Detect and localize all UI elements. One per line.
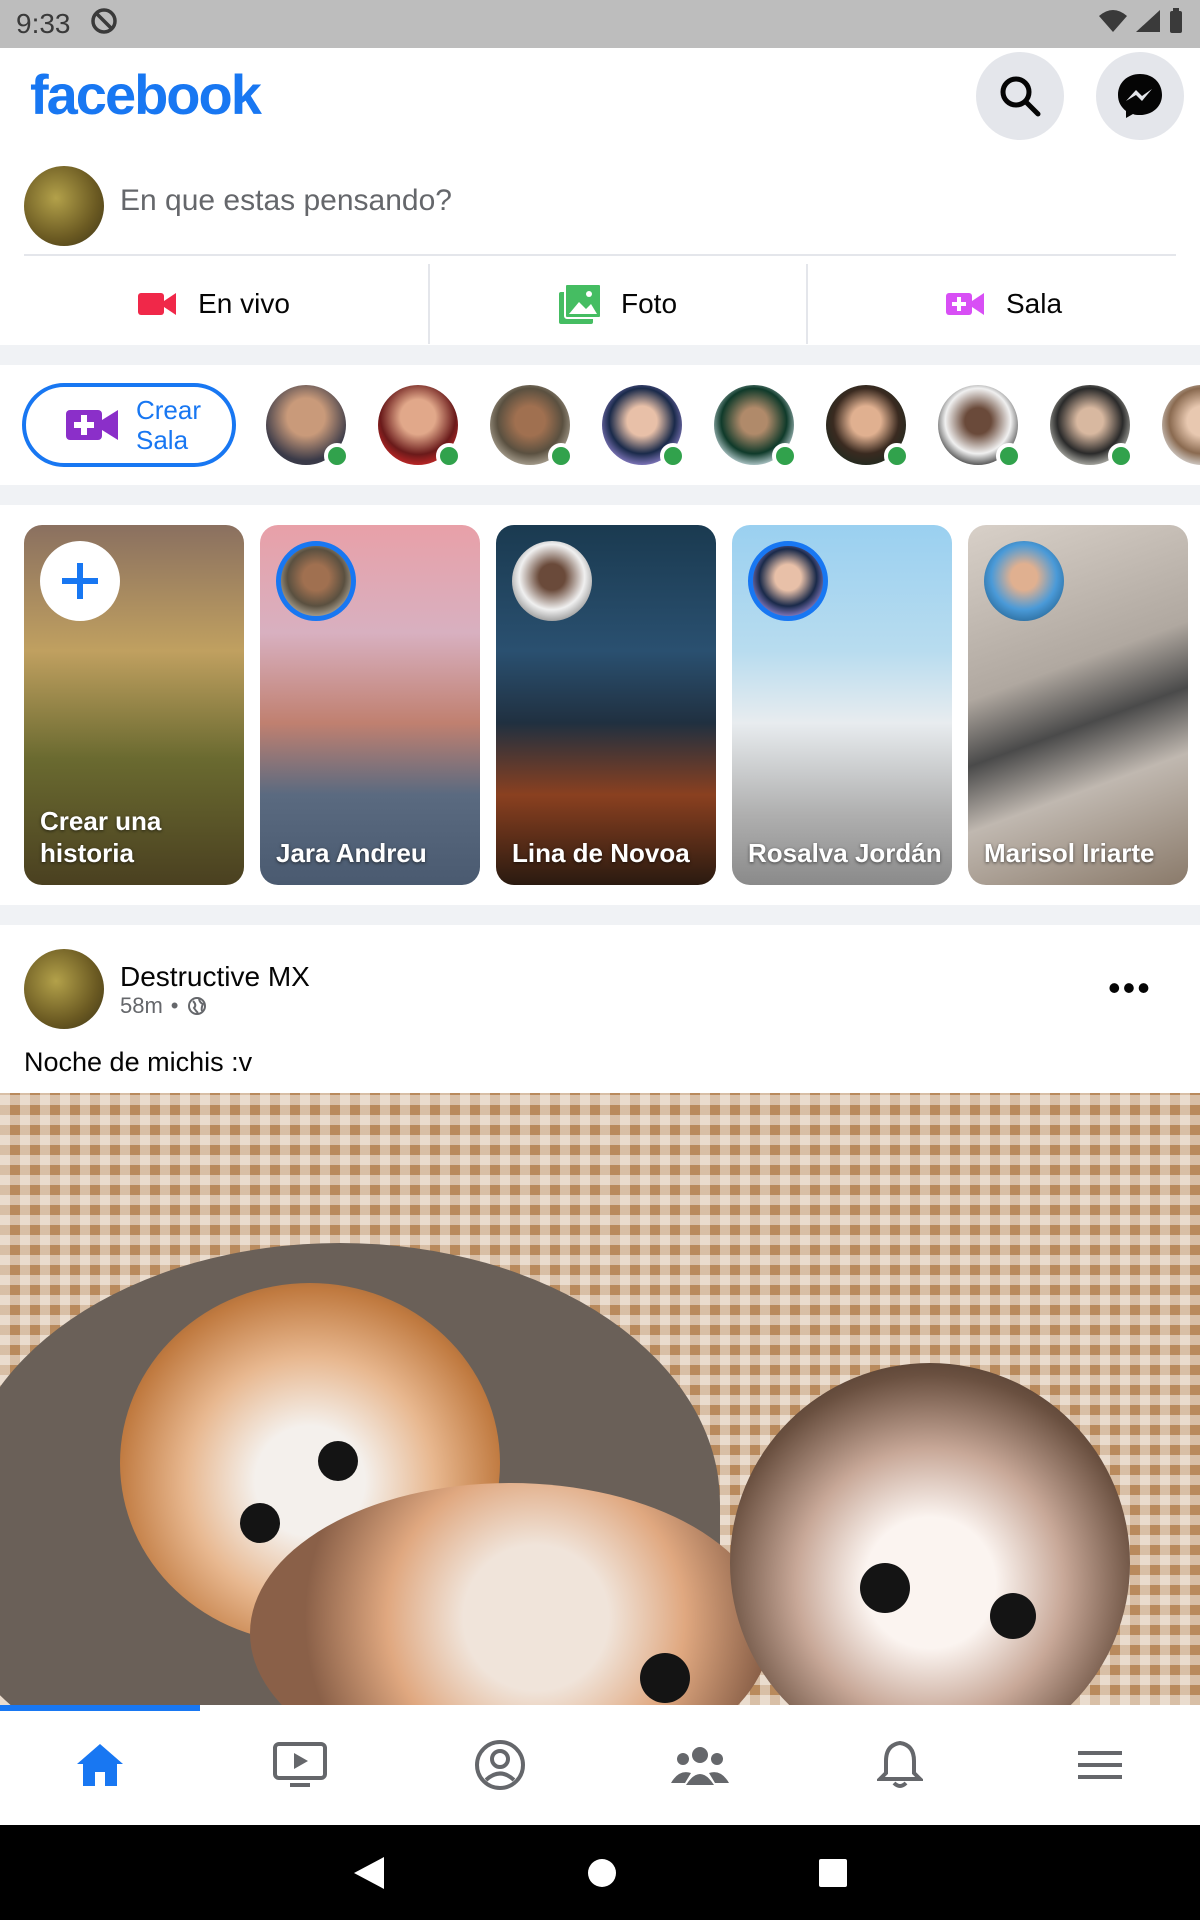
photo-icon bbox=[558, 284, 601, 324]
room-contact-avatar[interactable] bbox=[1162, 385, 1200, 465]
user-avatar[interactable] bbox=[24, 166, 104, 246]
post-composer: En que estas pensando? En vivo Foto Sala bbox=[0, 160, 1200, 345]
post-photo[interactable] bbox=[0, 1093, 1200, 1705]
online-indicator bbox=[1108, 443, 1134, 469]
room-label: Sala bbox=[1005, 288, 1063, 319]
status-icons bbox=[1098, 7, 1184, 42]
live-label: En vivo bbox=[198, 288, 290, 319]
dot-separator: • bbox=[170, 993, 179, 1018]
composer-divider bbox=[24, 254, 1176, 256]
story-name: Jara Andreu bbox=[276, 838, 427, 868]
story-avatar bbox=[748, 541, 828, 621]
story-avatar bbox=[276, 541, 356, 621]
status-time: 9:33 bbox=[16, 8, 71, 39]
home-circle-icon[interactable] bbox=[586, 1857, 618, 1889]
room-contact-avatar[interactable] bbox=[378, 385, 462, 469]
nav-watch[interactable] bbox=[200, 1705, 400, 1825]
search-button[interactable] bbox=[976, 52, 1064, 140]
photo-label: Foto bbox=[620, 288, 678, 319]
battery-icon bbox=[1168, 7, 1184, 42]
room-icon bbox=[945, 293, 984, 315]
online-indicator bbox=[660, 443, 686, 469]
live-button[interactable]: En vivo bbox=[0, 264, 428, 344]
online-indicator bbox=[996, 443, 1022, 469]
kitten-eye bbox=[860, 1563, 910, 1613]
nav-menu[interactable] bbox=[1000, 1705, 1200, 1825]
recents-icon[interactable] bbox=[818, 1858, 848, 1888]
feed-post: Destructive MX 58m • ••• Noche de michis… bbox=[0, 925, 1200, 1705]
nav-home[interactable] bbox=[0, 1705, 200, 1825]
kitten-eye bbox=[318, 1441, 358, 1481]
room-contact-avatar[interactable] bbox=[1050, 385, 1134, 469]
story-card[interactable]: Lina de Novoa bbox=[496, 525, 716, 885]
add-story-button[interactable] bbox=[40, 541, 120, 621]
search-icon bbox=[1000, 76, 1041, 117]
story-name: Marisol Iriarte bbox=[984, 838, 1155, 868]
story-card-create[interactable]: Crear una historia bbox=[24, 525, 244, 885]
kitten-eye bbox=[990, 1593, 1036, 1639]
kitten-image bbox=[730, 1363, 1130, 1705]
online-indicator bbox=[884, 443, 910, 469]
online-indicator bbox=[324, 443, 350, 469]
do-not-disturb-icon bbox=[89, 6, 119, 43]
nav-groups[interactable] bbox=[600, 1705, 800, 1825]
more-options-icon[interactable]: ••• bbox=[1108, 967, 1152, 1009]
post-meta: 58m • bbox=[120, 993, 207, 1019]
room-contact-avatar[interactable] bbox=[490, 385, 574, 469]
story-name: Crear una historia bbox=[40, 806, 162, 868]
facebook-logo[interactable]: facebook bbox=[30, 62, 262, 127]
messenger-button[interactable] bbox=[1096, 52, 1184, 140]
composer-actions: En vivo Foto Sala bbox=[0, 264, 1200, 344]
bottom-navigation bbox=[0, 1705, 1200, 1825]
room-contact-avatar[interactable] bbox=[602, 385, 686, 469]
story-card[interactable]: Rosalva Jordán bbox=[732, 525, 952, 885]
online-indicator bbox=[772, 443, 798, 469]
post-text: Noche de michis :v bbox=[24, 1047, 253, 1077]
story-avatar bbox=[512, 541, 592, 621]
profile-icon bbox=[475, 1740, 525, 1790]
post-author-avatar[interactable] bbox=[24, 949, 104, 1029]
status-bar: 9:33 bbox=[0, 0, 1200, 48]
wifi-icon bbox=[1098, 8, 1128, 41]
online-indicator bbox=[436, 443, 462, 469]
system-navigation-bar bbox=[0, 1825, 1200, 1920]
messenger-icon bbox=[1118, 74, 1162, 118]
back-icon[interactable] bbox=[352, 1855, 386, 1891]
room-contact-avatar[interactable] bbox=[826, 385, 910, 469]
menu-icon bbox=[1078, 1751, 1122, 1779]
story-card[interactable]: Jara Andreu bbox=[260, 525, 480, 885]
signal-icon bbox=[1134, 8, 1162, 41]
story-card[interactable]: Marisol Iriarte bbox=[968, 525, 1188, 885]
story-name: Rosalva Jordán bbox=[748, 838, 942, 868]
room-icon bbox=[66, 410, 118, 440]
kitten-eye bbox=[240, 1503, 280, 1543]
room-contact-avatar[interactable] bbox=[938, 385, 1022, 469]
globe-icon bbox=[187, 997, 206, 1015]
live-video-icon bbox=[138, 293, 177, 315]
nav-profile[interactable] bbox=[400, 1705, 600, 1825]
home-icon bbox=[77, 1744, 123, 1786]
photo-button[interactable]: Foto bbox=[428, 264, 806, 344]
nav-notifications[interactable] bbox=[800, 1705, 1000, 1825]
video-icon bbox=[273, 1742, 327, 1787]
stories-strip: Crear una historia Jara Andreu Lina de N… bbox=[0, 505, 1200, 905]
room-button[interactable]: Sala bbox=[806, 264, 1200, 344]
post-author[interactable]: Destructive MX bbox=[120, 961, 310, 993]
story-avatar bbox=[984, 541, 1064, 621]
kitten-eye bbox=[640, 1653, 690, 1703]
bell-icon bbox=[877, 1740, 923, 1788]
groups-icon bbox=[671, 1747, 729, 1785]
status-input[interactable]: En que estas pensando? bbox=[120, 184, 452, 218]
room-contact-avatar[interactable] bbox=[266, 385, 350, 469]
online-indicator bbox=[548, 443, 574, 469]
create-room-label: Crear Sala bbox=[136, 395, 202, 455]
plus-icon bbox=[62, 563, 98, 599]
rooms-strip: Crear Sala bbox=[0, 365, 1200, 485]
create-room-button[interactable]: Crear Sala bbox=[22, 383, 236, 467]
room-contact-avatar[interactable] bbox=[714, 385, 798, 469]
post-time[interactable]: 58m bbox=[120, 993, 163, 1019]
story-name: Lina de Novoa bbox=[512, 838, 690, 868]
